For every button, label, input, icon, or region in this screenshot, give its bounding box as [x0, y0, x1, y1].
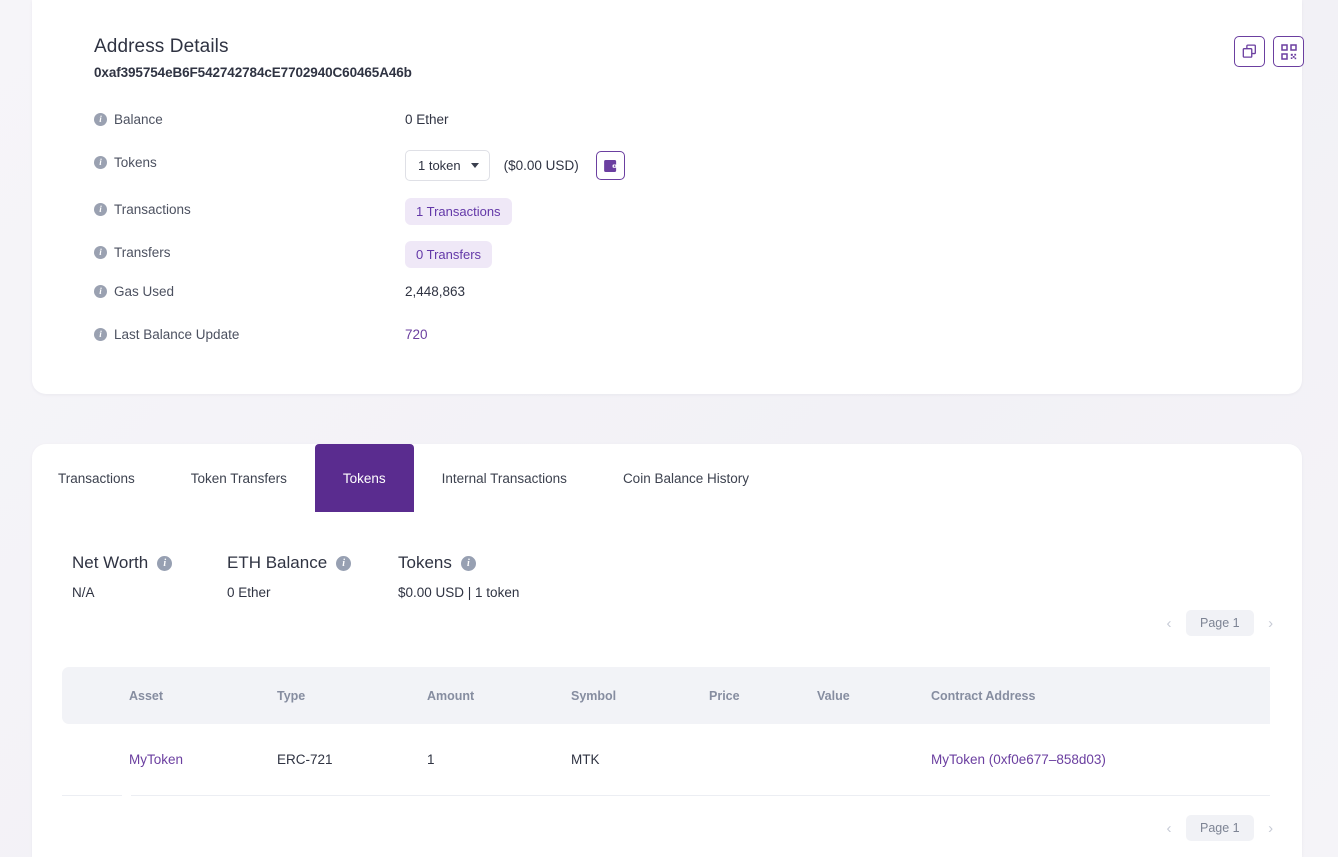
stat-eth-balance: ETH Balance i 0 Ether [227, 553, 352, 600]
detail-label-text: Balance [114, 112, 163, 127]
stat-tokens: Tokens i $0.00 USD | 1 token [398, 553, 519, 600]
detail-value: 720 [405, 327, 428, 342]
column-header-symbol: Symbol [571, 688, 617, 703]
stat-value: $0.00 USD | 1 token [398, 585, 520, 600]
tab-transactions[interactable]: Transactions [32, 444, 163, 512]
detail-row-tokens: i Tokens 1 token ($0.00 USD) [94, 150, 1274, 181]
asset-link[interactable]: MyToken [129, 752, 183, 767]
column-header-amount: Amount [427, 688, 475, 703]
row-divider-left [62, 795, 122, 796]
wallet-icon [603, 159, 617, 172]
cell-type: ERC-721 [277, 752, 333, 767]
wallet-button[interactable] [595, 151, 625, 180]
detail-row-transfers: i Transfers 0 Transfers [94, 241, 1274, 269]
detail-value: 0 Ether [405, 112, 449, 127]
detail-value: 1 Transactions [405, 198, 512, 225]
stat-value: N/A [72, 585, 95, 600]
last-balance-update-link[interactable]: 720 [405, 327, 428, 342]
tokens-select[interactable]: 1 token [405, 150, 490, 181]
tokens-usd-value: ($0.00 USD) [503, 158, 579, 173]
column-header-type: Type [277, 688, 306, 703]
prev-page-button[interactable]: ‹ [1158, 610, 1180, 636]
stat-title: ETH Balance i [227, 553, 352, 573]
table-header-row: Asset Type Amount Symbol Price Value Con… [62, 667, 1270, 724]
stat-title-text: Net Worth [72, 553, 149, 572]
detail-label: i Gas Used [94, 284, 174, 299]
info-icon[interactable]: i [336, 555, 352, 571]
page-root: Address Details 0xaf395754eB6F542742784c… [0, 0, 1338, 857]
info-icon[interactable]: i [94, 246, 107, 259]
next-page-button[interactable]: › [1260, 610, 1282, 636]
transfers-count-badge[interactable]: 0 Transfers [405, 241, 493, 268]
column-header-asset: Asset [129, 688, 164, 703]
detail-row-last-balance-update: i Last Balance Update 720 [94, 327, 1274, 349]
detail-label-text: Transfers [114, 245, 171, 260]
cell-symbol: MTK [571, 752, 600, 767]
detail-value: 2,448,863 [405, 284, 466, 299]
copy-icon [1242, 44, 1256, 58]
next-page-button[interactable]: › [1260, 815, 1282, 841]
stat-title-text: ETH Balance [227, 553, 328, 572]
current-page-button[interactable]: Page 1 [1186, 815, 1254, 841]
qr-code-button[interactable] [1273, 36, 1304, 67]
stat-title-text: Tokens [398, 553, 452, 572]
tokens-table: Asset Type Amount Symbol Price Value Con… [62, 667, 1270, 795]
detail-row-balance: i Balance 0 Ether [94, 112, 1274, 134]
detail-row-gas-used: i Gas Used 2,448,863 [94, 284, 1274, 306]
address-details-card: Address Details 0xaf395754eB6F542742784c… [32, 0, 1304, 394]
detail-label: i Balance [94, 112, 163, 127]
detail-label: i Last Balance Update [94, 327, 239, 342]
column-header-contract-address: Contract Address [931, 688, 1036, 703]
info-icon[interactable]: i [94, 328, 107, 341]
qr-code-icon [1280, 43, 1297, 60]
page-title: Address Details [94, 36, 229, 57]
tab-token-transfers[interactable]: Token Transfers [163, 444, 315, 512]
prev-page-button[interactable]: ‹ [1158, 815, 1180, 841]
tab-coin-balance-history[interactable]: Coin Balance History [595, 444, 777, 512]
cell-contract-address: MyToken (0xf0e677–858d03) [931, 752, 1141, 767]
pagination-top: ‹ Page 1 › [1158, 610, 1282, 636]
column-header-price: Price [709, 688, 740, 703]
detail-label: i Transfers [94, 245, 171, 260]
info-icon[interactable]: i [460, 555, 476, 571]
chevron-down-icon [470, 163, 479, 168]
detail-value: 0 Transfers [405, 241, 493, 268]
copy-address-button[interactable] [1234, 36, 1265, 67]
info-icon[interactable]: i [94, 156, 107, 169]
detail-row-transactions: i Transactions 1 Transactions [94, 198, 1274, 226]
detail-value: 1 token ($0.00 USD) [405, 150, 625, 181]
tab-internal-transactions[interactable]: Internal Transactions [414, 444, 595, 512]
tab-tokens[interactable]: Tokens [314, 444, 414, 512]
detail-label: i Transactions [94, 202, 191, 217]
stat-title: Tokens i [398, 553, 519, 573]
transactions-count-badge[interactable]: 1 Transactions [405, 198, 512, 225]
address-value: 0xaf395754eB6F542742784cE7702940C60465A4… [94, 65, 412, 80]
info-icon[interactable]: i [94, 113, 107, 126]
table-row: MyToken ERC-721 1 MTK MyToken (0xf0e677–… [62, 724, 1270, 795]
info-icon[interactable]: i [94, 285, 107, 298]
tab-bar: Transactions Token Transfers Tokens Inte… [32, 444, 777, 512]
detail-label-text: Tokens [114, 155, 157, 170]
info-icon[interactable]: i [157, 555, 173, 571]
column-header-value: Value [817, 688, 850, 703]
detail-label: i Tokens [94, 155, 157, 170]
detail-label-text: Transactions [114, 202, 191, 217]
detail-label-text: Last Balance Update [114, 327, 240, 342]
stat-title: Net Worth i [72, 553, 173, 573]
row-divider-main [131, 795, 1270, 796]
contract-address-link[interactable]: MyToken (0xf0e677–858d03) [931, 752, 1106, 767]
cell-asset: MyToken [129, 752, 277, 767]
pagination-bottom: ‹ Page 1 › [1158, 815, 1282, 841]
detail-label-text: Gas Used [114, 284, 175, 299]
stat-net-worth: Net Worth i N/A [72, 553, 173, 600]
current-page-button[interactable]: Page 1 [1186, 610, 1254, 636]
info-icon[interactable]: i [94, 203, 107, 216]
cell-amount: 1 [427, 752, 435, 767]
tokens-select-value: 1 token [418, 158, 461, 173]
stat-value: 0 Ether [227, 585, 271, 600]
